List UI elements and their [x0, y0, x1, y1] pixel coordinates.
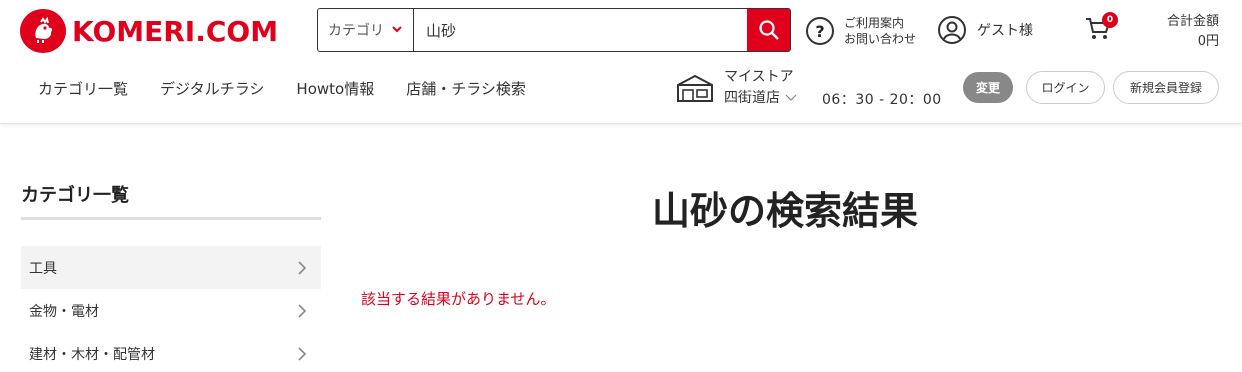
- search-bar: カテゴリ: [317, 8, 791, 52]
- store-hours: 06：30 - 20：00: [822, 92, 942, 108]
- chevron-down-icon: [786, 94, 797, 101]
- nav-item-store-search[interactable]: 店舗・チラシ検索: [406, 76, 526, 101]
- cart-count-badge: 0: [1102, 12, 1118, 28]
- sidebar-item-tools[interactable]: 工具: [21, 246, 321, 289]
- total-label: 合計金額: [1166, 14, 1219, 29]
- nav-item-howto[interactable]: Howto情報: [296, 76, 374, 101]
- store-label: マイストア: [724, 69, 794, 85]
- main-nav: カテゴリ一覧 デジタルチラシ Howto情報 店舗・チラシ検索: [22, 76, 558, 101]
- chevron-right-icon: [298, 303, 307, 318]
- site-logo[interactable]: KOMERI.COM: [20, 9, 278, 53]
- question-icon: ?: [806, 17, 834, 45]
- help-line-contact: お問い合わせ: [844, 32, 917, 46]
- register-button[interactable]: 新規会員登録: [1113, 71, 1219, 104]
- search-button[interactable]: [747, 9, 790, 51]
- store-name-row: 四街道店: [724, 88, 798, 109]
- sidebar-title: カテゴリ一覧: [21, 185, 129, 206]
- store-name: 四街道店: [724, 90, 780, 106]
- sidebar-divider: [21, 217, 321, 220]
- guest-label: ゲスト様: [977, 23, 1033, 39]
- sidebar-item-label: 金物・電材: [29, 303, 99, 320]
- nav-item-categories[interactable]: カテゴリ一覧: [38, 76, 128, 101]
- sidebar-item-label: 建材・木材・配管材: [29, 346, 155, 363]
- my-store[interactable]: マイストア 四街道店: [676, 67, 798, 109]
- sidebar-item-building-materials[interactable]: 建材・木材・配管材: [21, 332, 321, 372]
- sidebar-item-label: 工具: [29, 260, 57, 277]
- store-icon: [677, 74, 713, 102]
- search-input[interactable]: [414, 9, 747, 51]
- nav-item-digital-flyer[interactable]: デジタルチラシ: [160, 76, 264, 101]
- chevron-down-icon: [392, 26, 402, 33]
- total-value: 0円: [1197, 34, 1219, 49]
- cart-button[interactable]: 0: [1084, 12, 1118, 46]
- search-icon: [758, 20, 779, 40]
- store-text: マイストア 四街道店: [724, 67, 798, 109]
- sidebar-item-hardware-electrical[interactable]: 金物・電材: [21, 289, 321, 332]
- help-text: ご利用案内 お問い合わせ: [844, 15, 916, 47]
- sidebar-category-list: 工具 金物・電材 建材・木材・配管材: [21, 246, 321, 372]
- chevron-right-icon: [298, 346, 307, 361]
- logo-wordmark: KOMERI.COM: [72, 14, 279, 48]
- search-category-select[interactable]: カテゴリ: [318, 9, 414, 51]
- search-category-label: カテゴリ: [328, 23, 384, 39]
- help-line-guide: ご利用案内: [844, 16, 905, 30]
- chevron-right-icon: [298, 260, 307, 275]
- user-icon: [938, 16, 966, 44]
- no-results-message: 該当する結果がありません。: [361, 290, 556, 308]
- cart-total: 合計金額 0円: [1167, 12, 1219, 52]
- rooster-logo-icon: [20, 9, 66, 53]
- guest-account-link[interactable]: ゲスト様: [937, 15, 1033, 45]
- site-header: KOMERI.COM カテゴリ ? ご利用案内 お問い合わせ ゲスト様 0 合計…: [0, 0, 1242, 124]
- page-title: 山砂の検索結果: [652, 189, 919, 233]
- help-link[interactable]: ? ご利用案内 お問い合わせ: [806, 15, 916, 47]
- login-button[interactable]: ログイン: [1026, 71, 1105, 104]
- change-store-button[interactable]: 変更: [963, 72, 1013, 103]
